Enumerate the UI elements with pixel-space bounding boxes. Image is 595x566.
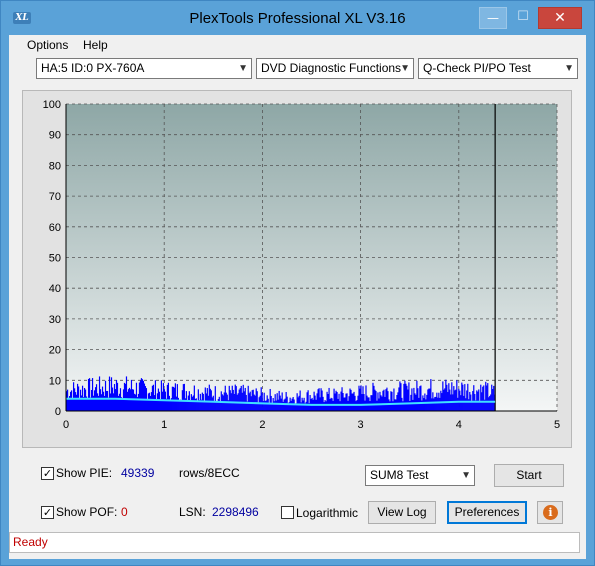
status-bar: Ready [9,532,580,553]
y-tick-label: 10 [49,375,61,387]
y-tick-label: 30 [49,314,61,326]
y-tick-label: 80 [49,160,61,172]
status-text: Ready [13,535,48,549]
x-tick-label: 5 [554,419,560,431]
x-tick-label: 0 [63,419,69,431]
close-button[interactable]: ✕ [538,7,582,29]
chevron-down-icon: ▼ [400,63,410,74]
chevron-down-icon: ▼ [238,63,248,74]
show-pof-label: Show POF: [56,505,118,519]
info-icon: i [543,505,558,520]
pof-value: 0 [121,505,128,519]
y-tick-label: 100 [43,99,61,111]
start-button[interactable]: Start [494,464,564,487]
show-pof-checkbox[interactable]: ✓ [41,506,54,519]
sum-test-select[interactable]: SUM8 Test ▼ [365,465,475,486]
menu-options[interactable]: Options [27,38,68,52]
view-log-button[interactable]: View Log [368,501,436,524]
y-tick-label: 20 [49,345,61,357]
show-pie-label: Show PIE: [56,466,113,480]
y-tick-label: 60 [49,222,61,234]
show-pie-checkbox[interactable]: ✓ [41,467,54,480]
preferences-button[interactable]: Preferences [447,501,527,524]
y-tick-label: 50 [49,253,61,265]
lsn-value: 2298496 [212,505,259,519]
x-tick-label: 3 [358,419,364,431]
sum-test-select-value: SUM8 Test [370,468,429,482]
x-tick-label: 4 [456,419,462,431]
chevron-down-icon: ▼ [564,63,574,74]
function-select[interactable]: DVD Diagnostic Functions ▼ [256,58,414,79]
app-window: XL PlexTools Professional XL V3.16 — ☐ ✕… [0,0,595,566]
x-tick-label: 1 [161,419,167,431]
function-select-value: DVD Diagnostic Functions [261,61,402,75]
drive-select[interactable]: HA:5 ID:0 PX-760A ▼ [36,58,252,79]
menu-help[interactable]: Help [83,38,108,52]
drive-select-value: HA:5 ID:0 PX-760A [41,61,145,75]
y-tick-label: 40 [49,283,61,295]
lsn-label: LSN: [179,505,206,519]
maximize-button[interactable]: ☐ [509,7,537,29]
chevron-down-icon: ▼ [461,470,471,481]
pie-unit: rows/8ECC [179,466,240,480]
test-select[interactable]: Q-Check PI/PO Test ▼ [418,58,578,79]
info-button[interactable]: i [537,501,563,524]
y-tick-label: 0 [55,406,61,418]
test-select-value: Q-Check PI/PO Test [423,61,531,75]
client-area: Options Help HA:5 ID:0 PX-760A ▼ DVD Dia… [9,35,586,559]
title-bar[interactable]: XL PlexTools Professional XL V3.16 — ☐ ✕ [1,1,594,35]
pie-value: 49339 [121,466,155,480]
logarithmic-checkbox[interactable] [281,506,294,519]
pi-po-chart: 0 10 20 30 40 50 60 70 80 90 100 0 1 2 3 4 5 [43,99,560,431]
menu-bar: Options Help [9,35,586,55]
logarithmic-label: Logarithmic [296,506,359,520]
chart-panel: 0 10 20 30 40 50 60 70 80 90 100 0 1 2 3 4 5 [22,90,572,448]
minimize-button[interactable]: — [479,7,507,29]
y-tick-label: 70 [49,191,61,203]
x-tick-label: 2 [259,419,265,431]
y-tick-label: 90 [49,130,61,142]
